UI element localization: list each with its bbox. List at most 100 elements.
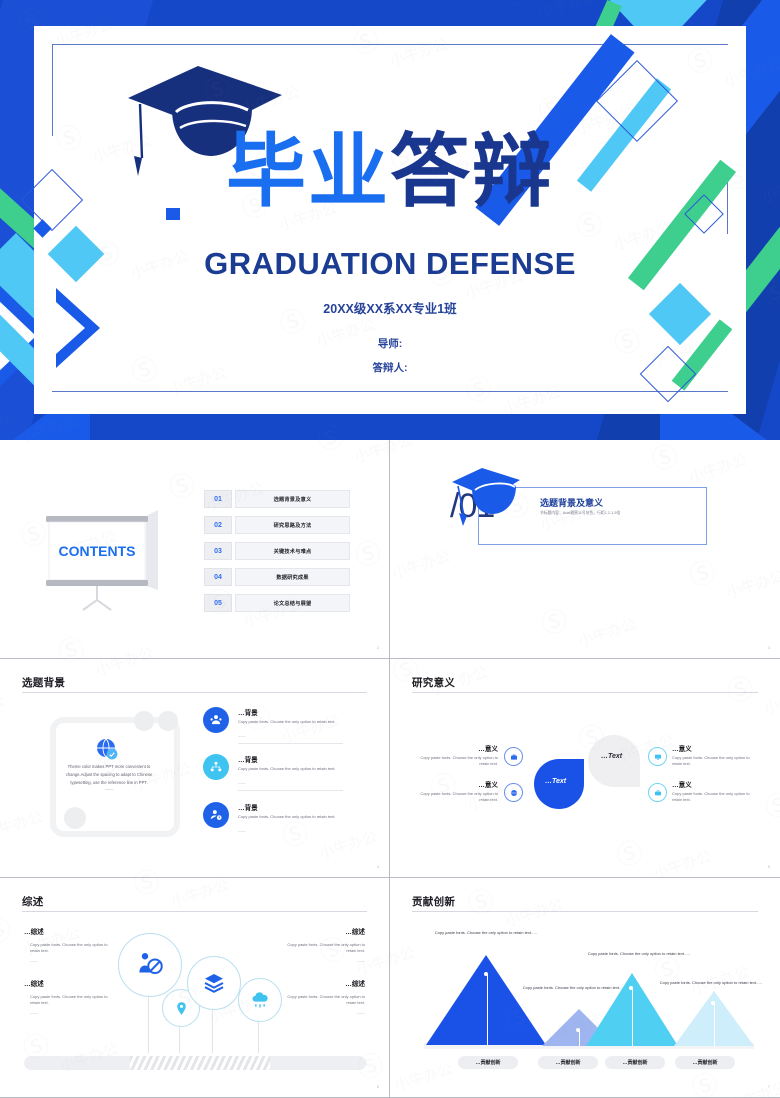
contents-heading: CONTENTS <box>59 543 136 559</box>
bg-item-body-3: Copy paste fonts. Choose the only option… <box>238 814 336 819</box>
title-rule <box>412 911 758 912</box>
sig-heading-1: …意义 <box>478 746 498 753</box>
toc-label: 研究思路及方法 <box>235 516 350 534</box>
contribution-body-3: Copy paste fonts. Choose the only option… <box>587 951 691 956</box>
background-panel-tail: —— <box>104 787 114 792</box>
review-heading-4: …综述 <box>345 981 365 988</box>
deco-bubble-1 <box>134 711 154 731</box>
card-left-rule <box>52 44 53 136</box>
toc-label: 关键技术与难点 <box>235 542 350 560</box>
page-number: 5 <box>767 864 770 869</box>
review-body-2: Copy paste fonts. Choose the only option… <box>30 994 108 1006</box>
triangle-4-dot <box>711 1001 715 1005</box>
cloud-network-icon <box>238 978 282 1022</box>
sig-body-3: Copy paste fonts. Choose the only option… <box>672 755 750 767</box>
sig-body-4: Copy paste fonts. Choose the only option… <box>672 791 750 803</box>
review-heading-1: …综述 <box>24 929 44 936</box>
slide-topic-background[interactable]: 选题背景 Theme color makes PPT more convenie… <box>0 659 390 878</box>
divider-line-1 <box>238 743 343 744</box>
globe-icon <box>504 783 523 802</box>
org-chart-icon <box>203 754 229 780</box>
title-rule <box>22 911 367 912</box>
cover-title-dark: 答辩 <box>390 127 554 216</box>
balloon-string-4 <box>258 1020 259 1053</box>
triangle-3-stem <box>632 988 633 1046</box>
slide-contribution-innovation[interactable]: 贡献创新 Copy paste fonts. Choose the only o… <box>390 878 780 1098</box>
slide-research-significance[interactable]: 研究意义 …Text …Text …意义 Copy paste fonts. C… <box>390 659 780 878</box>
cover-title-light: 毕业 <box>226 127 390 216</box>
card-bottom-rule <box>52 391 728 392</box>
page-number: 7 <box>767 1084 770 1089</box>
toc-number: 01 <box>204 490 232 508</box>
page-number: 4 <box>376 864 379 869</box>
ground-bar-hatch <box>130 1056 270 1070</box>
slide-section-divider[interactable]: /01 选题背景及意义 节标题内容：Arial雅黑11号灰色，行距1.2-1.5… <box>390 440 780 659</box>
sig-heading-3: …意义 <box>672 746 692 753</box>
toc-item-3[interactable]: 03 关键技术与难点 <box>204 542 350 560</box>
contribution-label-2[interactable]: …贡献创新 <box>538 1056 598 1069</box>
cover-advisor: 导师: <box>377 338 403 350</box>
sig-body-2: Copy paste fonts. Choose the only option… <box>420 791 498 803</box>
cover-english-title: GRADUATION DEFENSE <box>204 246 576 281</box>
review-body-3: Copy paste fonts. Choose the only option… <box>287 942 365 954</box>
review-tail-2: —— <box>30 1010 38 1015</box>
cover-slide[interactable]: 毕业答辩 GRADUATION DEFENSE 20XX级XX系XX专业1班 导… <box>0 0 780 440</box>
graduation-cap-icon <box>452 468 520 526</box>
toc-item-1[interactable]: 01 选题背景及意义 <box>204 490 350 508</box>
page-title: 贡献创新 <box>412 896 456 908</box>
balloon-string-3 <box>212 1008 213 1053</box>
bg-item-tail-3: —— <box>238 828 246 833</box>
sig-heading-4: …意义 <box>672 782 692 789</box>
title-rule <box>22 692 367 693</box>
bg-item-body-2: Copy paste fonts. Choose the only option… <box>238 766 336 771</box>
balloon-string-2 <box>179 1025 180 1053</box>
center-label-primary: …Text <box>545 778 567 785</box>
bg-item-heading-2: …背景 <box>238 757 258 764</box>
cover-presenter: 答辩人: <box>372 362 408 374</box>
page-title: 选题背景 <box>22 677 66 689</box>
bg-item-body-1: Copy paste fonts. Choose the only option… <box>238 719 336 724</box>
review-body-4: Copy paste fonts. Choose the only option… <box>287 994 365 1006</box>
review-body-1: Copy paste fonts. Choose the only option… <box>30 942 108 954</box>
triangle-1-stem <box>487 974 488 1046</box>
triangle-1 <box>426 955 546 1045</box>
review-tail-4: —— <box>357 1010 365 1015</box>
bg-item-tail-2: —— <box>238 780 246 785</box>
ppt-thumbnail-page: 毕业答辩 GRADUATION DEFENSE 20XX级XX系XX专业1班 导… <box>0 0 780 1098</box>
toc-label: 选题背景及意义 <box>235 490 350 508</box>
bg-item-tail-1: —— <box>238 733 246 738</box>
bg-item-heading-1: …背景 <box>238 710 258 717</box>
bg-item-heading-3: …背景 <box>238 805 258 812</box>
toolbox-icon <box>648 783 667 802</box>
title-rule <box>412 692 758 693</box>
toc-number: 05 <box>204 594 232 612</box>
monitor-icon <box>648 747 667 766</box>
toc-item-2[interactable]: 02 研究思路及方法 <box>204 516 350 534</box>
cover-title: 毕业答辩 <box>0 132 780 212</box>
page-title: 综述 <box>22 896 44 908</box>
page-number: 6 <box>376 1084 379 1089</box>
center-shape-secondary <box>588 735 640 787</box>
globe-icon <box>97 738 118 760</box>
triangle-4-stem <box>714 1003 715 1046</box>
slide-review[interactable]: 综述 …综述 Copy paste fonts. Choose the only… <box>0 878 390 1098</box>
contribution-body-4: Copy paste fonts. Choose the only option… <box>659 980 763 985</box>
toc-item-5[interactable]: 05 论文总结与展望 <box>204 594 350 612</box>
deco-bubble-3 <box>64 807 86 829</box>
briefcase-icon <box>504 747 523 766</box>
user-clock-icon <box>203 802 229 828</box>
slide-contents[interactable]: CONTENTS 01 选题背景及意义 02 研究思路及方法 03 关键技术与难… <box>0 440 390 659</box>
cover-class-line: 20XX级XX系XX专业1班 <box>323 302 457 316</box>
contribution-label-3[interactable]: …贡献创新 <box>605 1056 665 1069</box>
background-panel-text: Theme color makes PPT more convenient to… <box>65 764 153 785</box>
divider-subtext: 节标题内容：Arial雅黑11号灰色，行距1.2-1.5倍 <box>540 511 621 515</box>
users-group-icon <box>203 707 229 733</box>
review-heading-2: …综述 <box>24 981 44 988</box>
triangle-3-dot <box>629 986 633 990</box>
contribution-label-1[interactable]: …贡献创新 <box>458 1056 518 1069</box>
sig-heading-2: …意义 <box>478 782 498 789</box>
toc-number: 04 <box>204 568 232 586</box>
review-heading-3: …综述 <box>345 929 365 936</box>
contribution-label-4[interactable]: …贡献创新 <box>675 1056 735 1069</box>
toc-item-4[interactable]: 04 数据研究成果 <box>204 568 350 586</box>
